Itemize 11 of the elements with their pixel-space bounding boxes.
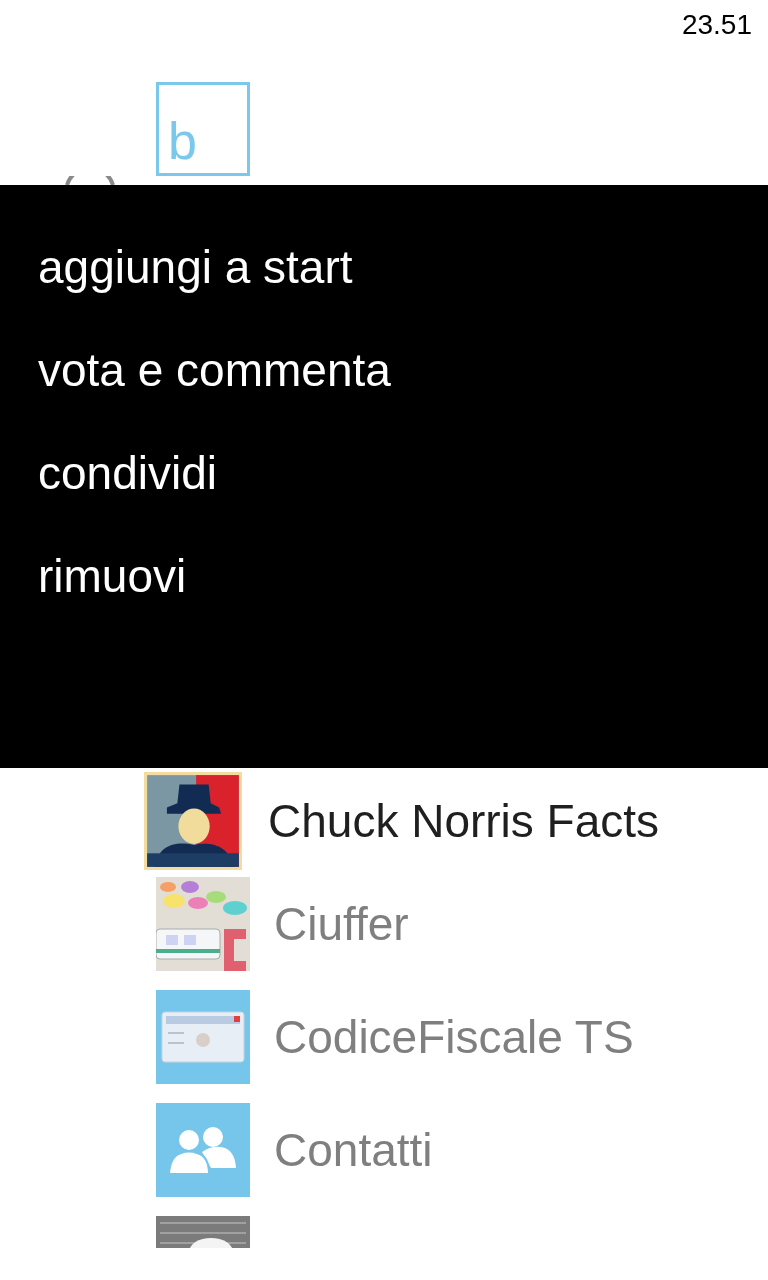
menu-item[interactable]: vota e commenta — [38, 342, 391, 398]
app-name[interactable]: Ciuffer — [274, 889, 409, 959]
app-name[interactable]: CodiceFiscale TS — [274, 1002, 634, 1072]
clock-time: 23.51 — [681, 8, 752, 42]
app-name[interactable]: Contatti — [274, 1115, 433, 1185]
menu-item[interactable]: condividi — [38, 445, 217, 501]
people-icon — [169, 1126, 237, 1174]
app-tile[interactable] — [156, 1103, 250, 1197]
menu-item[interactable]: aggiungi a start — [38, 239, 353, 295]
menu-item[interactable]: rimuovi — [38, 548, 187, 604]
app-name[interactable]: Chuck Norris Facts — [268, 786, 660, 856]
